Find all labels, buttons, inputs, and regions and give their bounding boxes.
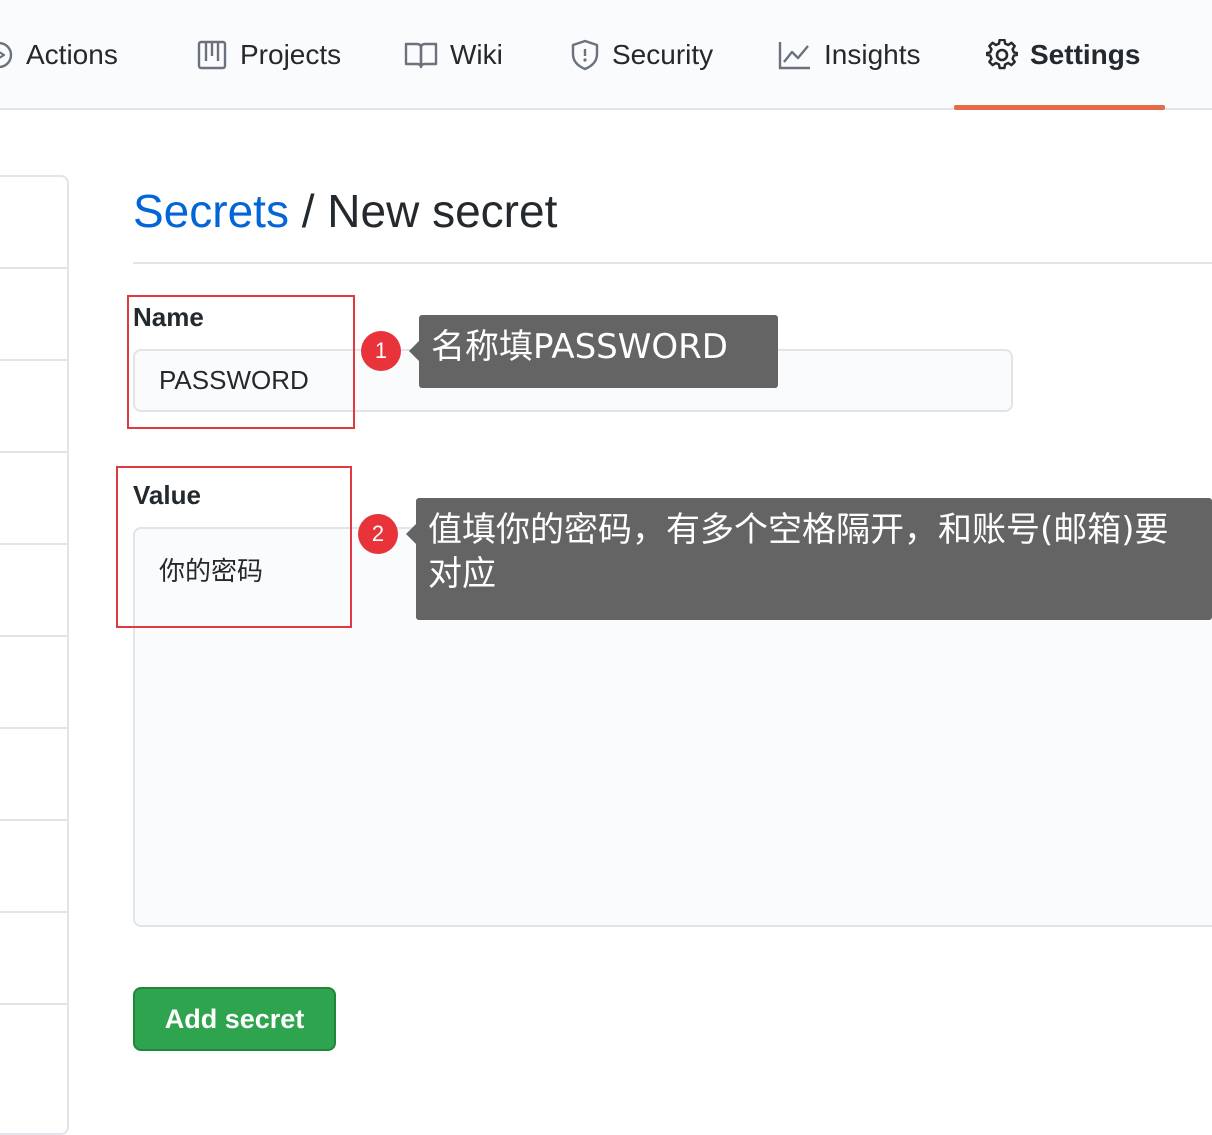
tab-projects-label: Projects: [240, 39, 342, 70]
page-title-text: New secret: [327, 185, 558, 237]
tab-actions-label: Actions: [26, 39, 118, 70]
selected-tab-indicator: [954, 105, 1165, 110]
sidebar-divider: [0, 359, 69, 361]
annotation-badge-1: 1: [361, 331, 401, 371]
value-label: Value: [133, 480, 201, 510]
tab-settings-label: Settings: [1030, 39, 1141, 70]
tab-insights-label: Insights: [824, 39, 921, 70]
tab-actions[interactable]: Actions: [0, 0, 118, 110]
sidebar-divider: [0, 267, 69, 269]
settings-sidebar: [0, 175, 69, 1135]
sidebar-divider: [0, 635, 69, 637]
annotation-callout-1: 名称填PASSWORD: [409, 315, 778, 388]
tab-wiki[interactable]: Wiki: [404, 0, 503, 110]
breadcrumb-secrets-link[interactable]: Secrets: [133, 185, 289, 237]
shield-icon: [571, 39, 599, 71]
repo-nav: Actions Projects Wiki Security Insights: [0, 0, 1212, 110]
sidebar-divider: [0, 819, 69, 821]
annotation-badge-2: 2: [358, 514, 398, 554]
graph-icon: [778, 42, 810, 70]
project-icon: [197, 40, 227, 70]
tab-security[interactable]: Security: [570, 0, 713, 110]
tab-security-label: Security: [612, 39, 714, 70]
tab-settings[interactable]: Settings: [986, 0, 1140, 110]
play-icon: [0, 41, 13, 69]
tab-projects[interactable]: Projects: [196, 0, 341, 110]
add-secret-button[interactable]: Add secret: [133, 987, 336, 1051]
page-title: Secrets / New secret: [133, 184, 557, 238]
sidebar-divider: [0, 911, 69, 913]
sidebar-divider: [0, 1003, 69, 1005]
sidebar-divider: [0, 727, 69, 729]
tab-insights[interactable]: Insights: [778, 0, 921, 110]
breadcrumb-separator: /: [288, 185, 328, 237]
annotation-callout-2: 值填你的密码，有多个空格隔开，和账号(邮箱)要对应: [406, 498, 1212, 620]
gear-icon: [986, 39, 1018, 70]
book-icon: [404, 42, 438, 69]
sidebar-divider: [0, 543, 69, 545]
heading-divider: [133, 262, 1212, 264]
tab-wiki-label: Wiki: [450, 39, 503, 70]
sidebar-divider: [0, 451, 69, 453]
name-label: Name: [133, 302, 204, 332]
